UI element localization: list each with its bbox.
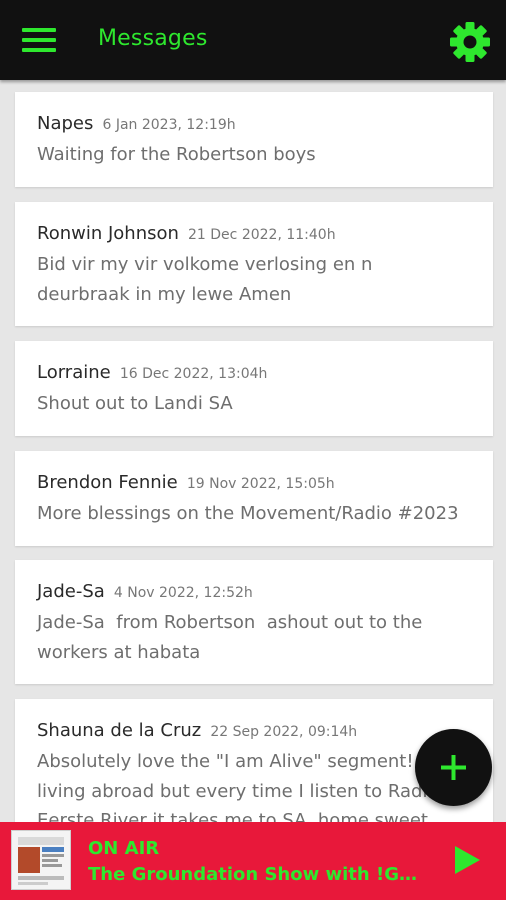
message-timestamp: 4 Nov 2022, 12:52h: [113, 585, 253, 601]
now-playing-bar[interactable]: ON AIR The Groundation Show with !GRADE …: [0, 822, 506, 900]
message-timestamp: 6 Jan 2023, 12:19h: [102, 117, 236, 133]
message-card[interactable]: Brendon Fennie 19 Nov 2022, 15:05h More …: [15, 451, 493, 546]
message-card[interactable]: Napes 6 Jan 2023, 12:19h Waiting for the…: [15, 92, 493, 187]
message-timestamp: 21 Dec 2022, 11:40h: [188, 227, 336, 243]
message-author: Brendon Fennie: [37, 472, 178, 493]
message-card[interactable]: Ronwin Johnson 21 Dec 2022, 11:40h Bid v…: [15, 202, 493, 326]
message-author: Jade-Sa: [37, 581, 105, 602]
message-card[interactable]: Lorraine 16 Dec 2022, 13:04h Shout out t…: [15, 341, 493, 436]
message-list[interactable]: Napes 6 Jan 2023, 12:19h Waiting for the…: [0, 80, 506, 822]
hamburger-menu-icon[interactable]: [22, 28, 56, 54]
add-message-button[interactable]: [415, 729, 492, 806]
gear-icon[interactable]: [448, 20, 492, 64]
on-air-label: ON AIR: [88, 838, 160, 859]
message-text: Absolutely love the "I am Alive" segment…: [37, 751, 447, 822]
message-text: Waiting for the Robertson boys: [37, 144, 316, 165]
message-author: Ronwin Johnson: [37, 223, 179, 244]
page-title: Messages: [98, 26, 208, 51]
message-text: Bid vir my vir volkome verlosing en n de…: [37, 254, 373, 305]
show-cover-art: [11, 830, 71, 890]
message-text: More blessings on the Movement/Radio #20…: [37, 503, 459, 524]
message-author: Shauna de la Cruz: [37, 720, 202, 741]
message-author: Lorraine: [37, 362, 111, 383]
message-text: Shout out to Landi SA: [37, 393, 233, 414]
message-card[interactable]: Jade-Sa 4 Nov 2022, 12:52h Jade-Sa from …: [15, 560, 493, 684]
plus-icon: [441, 755, 466, 780]
play-icon[interactable]: [452, 844, 482, 876]
message-text: Jade-Sa from Robertson ashout out to the…: [37, 612, 423, 663]
app-bar: Messages: [0, 0, 506, 80]
message-author: Napes: [37, 113, 94, 134]
message-timestamp: 19 Nov 2022, 15:05h: [186, 476, 335, 492]
message-timestamp: 16 Dec 2022, 13:04h: [119, 366, 268, 382]
message-timestamp: 22 Sep 2022, 09:14h: [210, 724, 358, 740]
current-show-title: The Groundation Show with !GRADE MALAN: [88, 864, 424, 885]
